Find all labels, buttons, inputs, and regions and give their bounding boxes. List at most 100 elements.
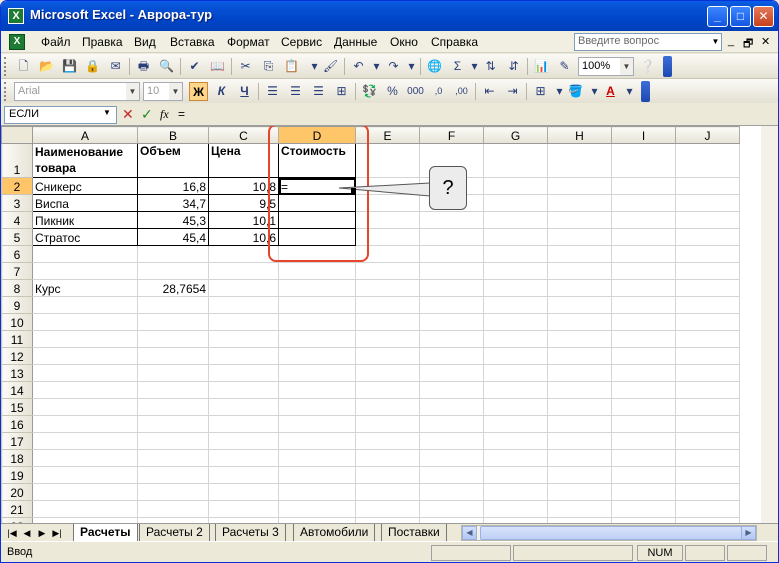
row-header[interactable]: 8 (1, 279, 33, 297)
cell[interactable] (208, 262, 279, 280)
tab-postavki[interactable]: Поставки (381, 524, 447, 541)
cell[interactable] (208, 296, 279, 314)
cell[interactable] (547, 415, 612, 433)
cell[interactable] (278, 279, 356, 297)
toolbar-grip[interactable] (4, 82, 7, 101)
cell[interactable] (675, 211, 740, 229)
cell-b4[interactable]: 45,3 (137, 211, 209, 229)
cell[interactable] (419, 449, 484, 467)
italic-button[interactable]: К (212, 82, 231, 101)
cell[interactable] (32, 432, 138, 450)
cell[interactable] (675, 500, 740, 518)
excel-app-icon[interactable]: X (8, 8, 24, 24)
cell[interactable] (483, 415, 548, 433)
cell-a3[interactable]: Виспа (32, 194, 138, 212)
cell[interactable] (483, 449, 548, 467)
fill-handle[interactable] (351, 188, 356, 193)
save-icon[interactable]: 💾 (60, 57, 79, 76)
cell[interactable] (547, 381, 612, 399)
cell[interactable] (419, 279, 484, 297)
cell[interactable] (419, 228, 484, 246)
cell[interactable] (483, 313, 548, 331)
row-header[interactable]: 16 (1, 415, 33, 433)
cell-c3[interactable]: 9,5 (208, 194, 279, 212)
cell[interactable] (419, 262, 484, 280)
enter-icon[interactable]: ✓ (141, 106, 153, 123)
chevron-down-icon[interactable]: ▼ (710, 34, 721, 50)
cell[interactable] (137, 330, 209, 348)
toolbar-options-button[interactable] (641, 81, 650, 102)
cell[interactable] (419, 415, 484, 433)
decrease-indent-icon[interactable]: ⇤ (480, 82, 499, 101)
cell[interactable] (208, 381, 279, 399)
chevron-down-icon[interactable]: ▼ (169, 83, 182, 100)
chevron-down-icon[interactable]: ▼ (103, 108, 115, 117)
next-sheet-icon[interactable]: ▶ (35, 526, 49, 540)
cell[interactable] (675, 415, 740, 433)
tab-raschety-3[interactable]: Расчеты 3 (215, 524, 286, 541)
cell[interactable] (547, 483, 612, 501)
print-preview-icon[interactable]: 🔍 (157, 57, 176, 76)
select-all-corner[interactable] (1, 126, 33, 144)
minimize-button[interactable]: _ (707, 6, 728, 27)
thousands-button[interactable]: 000 (406, 82, 425, 101)
cell[interactable] (137, 500, 209, 518)
cell[interactable] (675, 483, 740, 501)
cell[interactable] (611, 483, 676, 501)
cell[interactable] (278, 500, 356, 518)
cell[interactable] (419, 296, 484, 314)
cell[interactable] (483, 262, 548, 280)
chevron-down-icon[interactable]: ▼ (126, 83, 139, 100)
zoom-select[interactable]: 100% ▼ (578, 57, 634, 76)
cell[interactable] (611, 415, 676, 433)
cell[interactable] (483, 483, 548, 501)
cell[interactable] (278, 296, 356, 314)
spelling-icon[interactable]: ✔ (185, 57, 204, 76)
row-header[interactable]: 7 (1, 262, 33, 280)
cell[interactable] (137, 245, 209, 263)
cell[interactable] (137, 466, 209, 484)
menu-edit[interactable]: Правка (82, 35, 123, 49)
cell[interactable] (483, 466, 548, 484)
help-icon[interactable]: ❔ (638, 57, 657, 76)
cell[interactable] (137, 364, 209, 382)
row-header[interactable]: 17 (1, 432, 33, 450)
cell[interactable] (675, 296, 740, 314)
bold-button[interactable]: Ж (189, 82, 208, 101)
cell[interactable] (483, 330, 548, 348)
cell[interactable] (675, 262, 740, 280)
cell[interactable] (278, 347, 356, 365)
row-header[interactable]: 12 (1, 347, 33, 365)
increase-indent-icon[interactable]: ⇥ (503, 82, 522, 101)
column-header-g[interactable]: G (483, 126, 548, 144)
cell-c1[interactable]: Цена (208, 143, 279, 178)
cell[interactable] (355, 330, 420, 348)
cell[interactable] (355, 432, 420, 450)
cancel-icon[interactable]: ✕ (122, 106, 134, 123)
cell[interactable] (675, 466, 740, 484)
cell[interactable] (547, 347, 612, 365)
row-header[interactable]: 11 (1, 330, 33, 348)
cell[interactable] (278, 398, 356, 416)
cell[interactable] (278, 483, 356, 501)
cell[interactable] (278, 381, 356, 399)
toolbar-options-button[interactable] (663, 56, 672, 77)
cell[interactable] (208, 279, 279, 297)
cell[interactable] (137, 415, 209, 433)
scroll-right-icon[interactable]: ▶ (741, 526, 756, 540)
row-header[interactable]: 19 (1, 466, 33, 484)
cell[interactable] (483, 143, 548, 178)
name-box[interactable]: ЕСЛИ ▼ (4, 106, 117, 124)
cell-d2-active[interactable]: = (278, 177, 356, 195)
help-search-input[interactable]: Введите вопрос (574, 33, 722, 51)
cell-b8[interactable]: 28,7654 (137, 279, 209, 297)
doc-minimize-button[interactable]: _ (728, 35, 734, 47)
tab-avtomobili[interactable]: Автомобили (293, 524, 376, 541)
cell[interactable] (32, 466, 138, 484)
column-header-a[interactable]: A (32, 126, 138, 144)
cell[interactable] (483, 279, 548, 297)
cell[interactable] (611, 330, 676, 348)
cell[interactable] (137, 381, 209, 399)
cell[interactable] (32, 500, 138, 518)
row-header[interactable]: 14 (1, 381, 33, 399)
